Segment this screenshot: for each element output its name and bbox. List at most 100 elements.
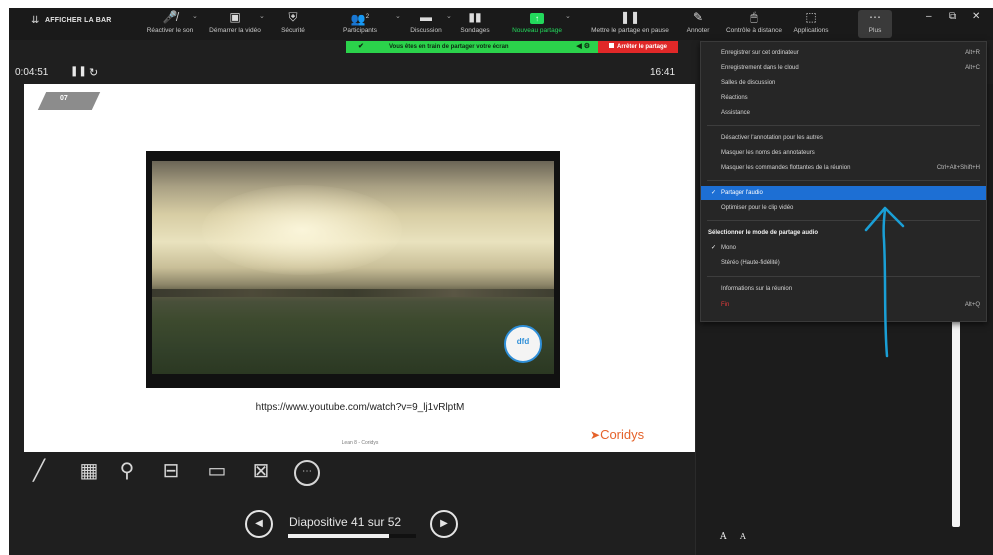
pause-share-label: Mettre le partage en pause [591,27,669,34]
menu-item-share-audio[interactable]: ✓ Partager l'audio [701,186,986,200]
security-button[interactable]: ⛨ Sécurité [273,10,313,38]
pause-icon: ❚❚ [619,10,641,24]
stop-share-label: Arrêter le partage [616,44,668,50]
slide-progress-fill [288,534,390,538]
toolbar-pin-icon[interactable]: ⇊ [31,15,39,26]
more-button[interactable]: ⋯ Plus [858,10,892,38]
menu-item-label: Désactiver l'annotation pour les autres [721,135,823,141]
new-share-label: Nouveau partage [512,27,562,34]
participants-count: 2 [365,14,370,20]
annotate-icon: ✎ [692,10,704,24]
decrease-font-button[interactable]: A [740,532,746,541]
menu-item-reactions[interactable]: Réactions [701,91,986,105]
slide-progress-bar [288,534,416,538]
chat-label: Discussion [410,27,442,34]
notes-scrollbar[interactable] [952,317,960,527]
menu-item-label: Stéréo (Haute-fidélité) [721,260,780,266]
shield-icon: ⛨ [288,10,298,24]
menu-item-hide-floating-controls[interactable]: Masquer les commandes flottantes de la r… [701,161,986,175]
brand-mark-icon: ➤ [590,428,601,442]
pen-tool-icon[interactable]: ╱ [27,459,51,483]
chevron-down-icon[interactable]: ⌄ [565,12,571,20]
menu-divider [707,125,980,126]
menu-section-audio-mode: Sélectionner le mode de partage audio [701,226,986,240]
sharing-status-text: Vous êtes en train de partager votre écr… [389,44,509,50]
brand-logo: ➤Coridys [590,427,644,442]
chat-icon: ▬ [420,10,432,24]
menu-item-shortcut: Alt+C [965,65,980,71]
new-share-button[interactable]: ↑ Nouveau partage [505,10,569,38]
increase-font-button[interactable]: A [720,532,727,542]
menu-item-assistance[interactable]: Assistance [701,106,986,120]
next-slide-button[interactable]: ▶ [430,510,458,538]
brand-name: Coridys [600,427,645,442]
menu-item-meeting-info[interactable]: Informations sur la réunion [701,282,986,296]
participants-button[interactable]: 👥2 Participants [336,10,384,38]
annotate-button[interactable]: ✎ Annoter [681,10,715,38]
menu-item-label: Partager l'audio [721,190,763,196]
share-status-icon: ✔ [358,43,364,50]
remote-control-button[interactable]: 🖱 Contrôle à distance [722,10,786,38]
video-sky-glow [202,185,402,275]
apps-icon: ⬚ [805,10,817,24]
new-share-icon: ↑ [505,10,569,24]
menu-item-end[interactable]: Fin Alt+Q [701,298,986,312]
apps-label: Applications [793,27,829,34]
close-icon[interactable]: ✕ [972,11,980,22]
pause-timer-icon[interactable]: ❚❚ [70,66,87,77]
slide-counter[interactable]: Diapositive 41 sur 52 [289,515,401,529]
apps-button[interactable]: ⬚ Applications [786,10,836,38]
chevron-down-icon[interactable]: ⌄ [446,12,452,20]
more-options-icon[interactable]: ⋯ [294,460,320,486]
menu-section-label: Sélectionner le mode de partage audio [708,230,819,236]
menu-item-shortcut: Ctrl+Alt+Shift+H [936,165,980,171]
subtitles-icon[interactable]: ▭ [205,459,229,483]
previous-slide-button[interactable]: ◀ [245,510,273,538]
menu-item-stereo[interactable]: Stéréo (Haute-fidélité) [701,256,986,270]
maximize-icon[interactable]: ⧉ [949,11,956,22]
slide-sorter-icon[interactable]: ▦ [77,459,101,483]
more-label: Plus [868,27,882,34]
share-banner-controls-icon[interactable]: ◀ ⚙ [576,41,590,53]
chevron-down-icon[interactable]: ⌄ [395,12,401,20]
video-thumbnail[interactable]: dfd [152,161,554,374]
current-slide: 07 dfd https://www.youtube.com/watch?v=9… [24,84,696,452]
remote-control-icon: 🖱 [750,10,758,24]
menu-item-label: Optimiser pour le clip vidéo [721,205,794,211]
polls-button[interactable]: ▮▮ Sondages [455,10,495,38]
menu-item-label: Mono [721,245,737,251]
menu-item-shortcut: Alt+Q [964,302,980,308]
menu-item-breakout-rooms[interactable]: Salles de discussion [701,76,986,90]
display-settings-icon[interactable]: ⊟ [159,459,183,483]
menu-item-label: Assistance [721,110,751,116]
camera-off-icon[interactable]: ⊠ [249,459,273,483]
stop-share-button[interactable]: Arrêter le partage [598,41,678,53]
chat-button[interactable]: ▬ Discussion [403,10,449,38]
video-treeline [152,289,554,297]
unmute-label: Réactiver le son [146,27,194,34]
restart-timer-icon[interactable]: ↻ [89,66,98,79]
show-toolbar-button[interactable]: AFFICHER LA BAR [45,17,112,24]
polls-icon: ▮▮ [468,10,482,24]
remote-control-label: Contrôle à distance [725,27,782,34]
menu-item-label: Informations sur la réunion [721,286,793,292]
menu-item-hide-annotator-names[interactable]: Masquer les noms des annotateurs [701,146,986,160]
menu-item-disable-annotation[interactable]: Désactiver l'annotation pour les autres [701,131,986,145]
start-video-label: Démarrer la vidéo [209,27,261,34]
zoom-icon[interactable]: ⚲ [115,459,139,483]
participants-label: Participants [343,27,377,34]
chevron-down-icon[interactable]: ⌄ [192,12,198,20]
menu-item-record-cloud[interactable]: Enregistrement dans le cloud Alt+C [701,61,986,75]
menu-divider [707,220,980,221]
participants-icon: 👥2 [350,12,370,26]
menu-item-optimize-video[interactable]: Optimiser pour le clip vidéo [701,201,986,215]
menu-divider [707,180,980,181]
menu-item-label: Réactions [721,95,748,101]
video-frame[interactable]: dfd [146,151,560,388]
chevron-down-icon[interactable]: ⌄ [259,12,265,20]
menu-item-mono[interactable]: ✓ Mono [701,241,986,255]
checkmark-icon: ✓ [711,190,717,196]
minimize-icon[interactable]: – [926,11,932,22]
menu-item-record-local[interactable]: Enregistrer sur cet ordinateur Alt+R [701,46,986,60]
pause-share-button[interactable]: ❚❚ Mettre le partage en pause [590,10,670,38]
